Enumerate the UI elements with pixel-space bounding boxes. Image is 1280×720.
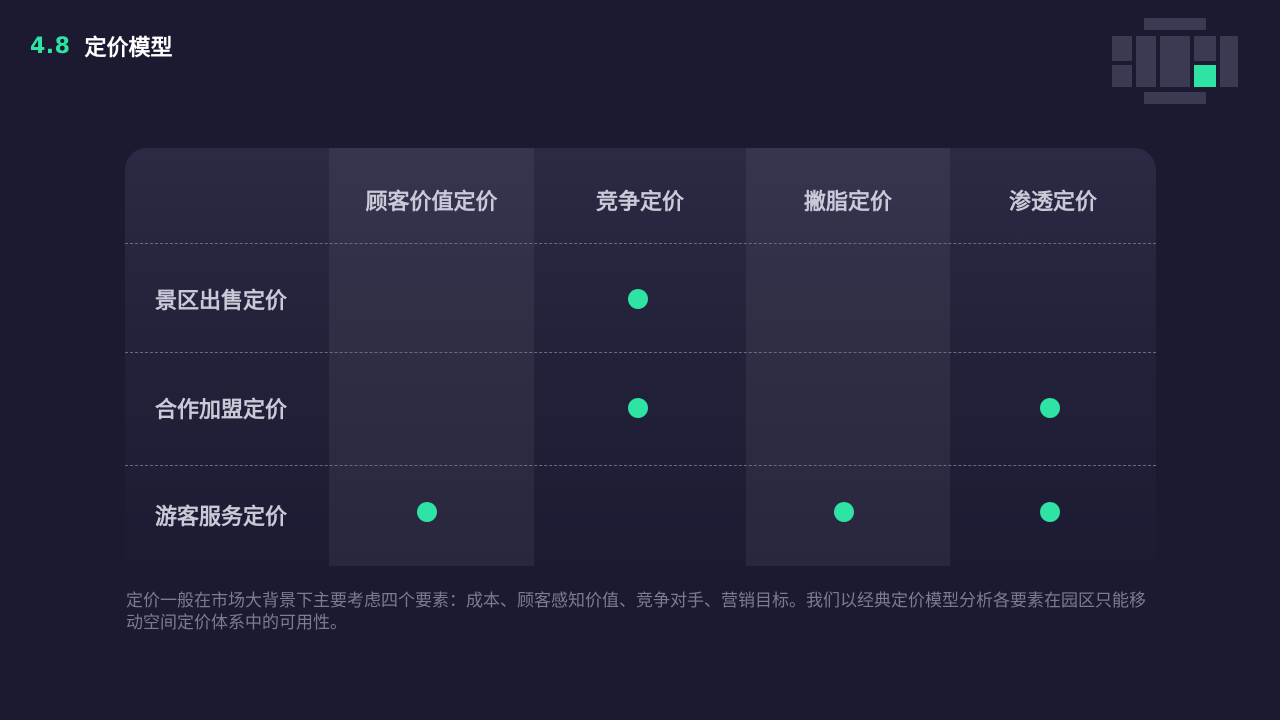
page-title: 定价模型 <box>84 36 173 61</box>
column-header-penetration: 渗透定价 <box>1008 190 1097 215</box>
column-header-customer-value: 顾客价值定价 <box>365 190 498 215</box>
column-header-competition: 竞争定价 <box>595 190 684 215</box>
row-divider <box>125 352 1156 353</box>
indicator-dot <box>417 502 437 522</box>
row-label-visitor-service: 游客服务定价 <box>155 505 288 530</box>
section-number: 4.8 <box>30 33 71 59</box>
column-header-skimming: 撇脂定价 <box>803 190 892 215</box>
row-label-franchise: 合作加盟定价 <box>155 398 288 423</box>
description-text: 定价一般在市场大背景下主要考虑四个要素：成本、顾客感知价值、竞争对手、营销目标。… <box>126 591 1146 633</box>
indicator-dot <box>834 502 854 522</box>
page-header: 4.8 定价模型 <box>30 30 173 62</box>
indicator-dot <box>1040 398 1060 418</box>
row-divider <box>125 243 1156 244</box>
row-divider <box>125 465 1156 466</box>
row-label-scenic-sales: 景区出售定价 <box>155 289 288 314</box>
indicator-dot <box>628 398 648 418</box>
indicator-dot <box>628 289 648 309</box>
brand-logo-icon <box>1110 18 1240 108</box>
pricing-matrix: 顾客价值定价 竞争定价 撇脂定价 渗透定价 景区出售定价 合作加盟定价 游客服务… <box>125 148 1156 566</box>
indicator-dot <box>1040 502 1060 522</box>
